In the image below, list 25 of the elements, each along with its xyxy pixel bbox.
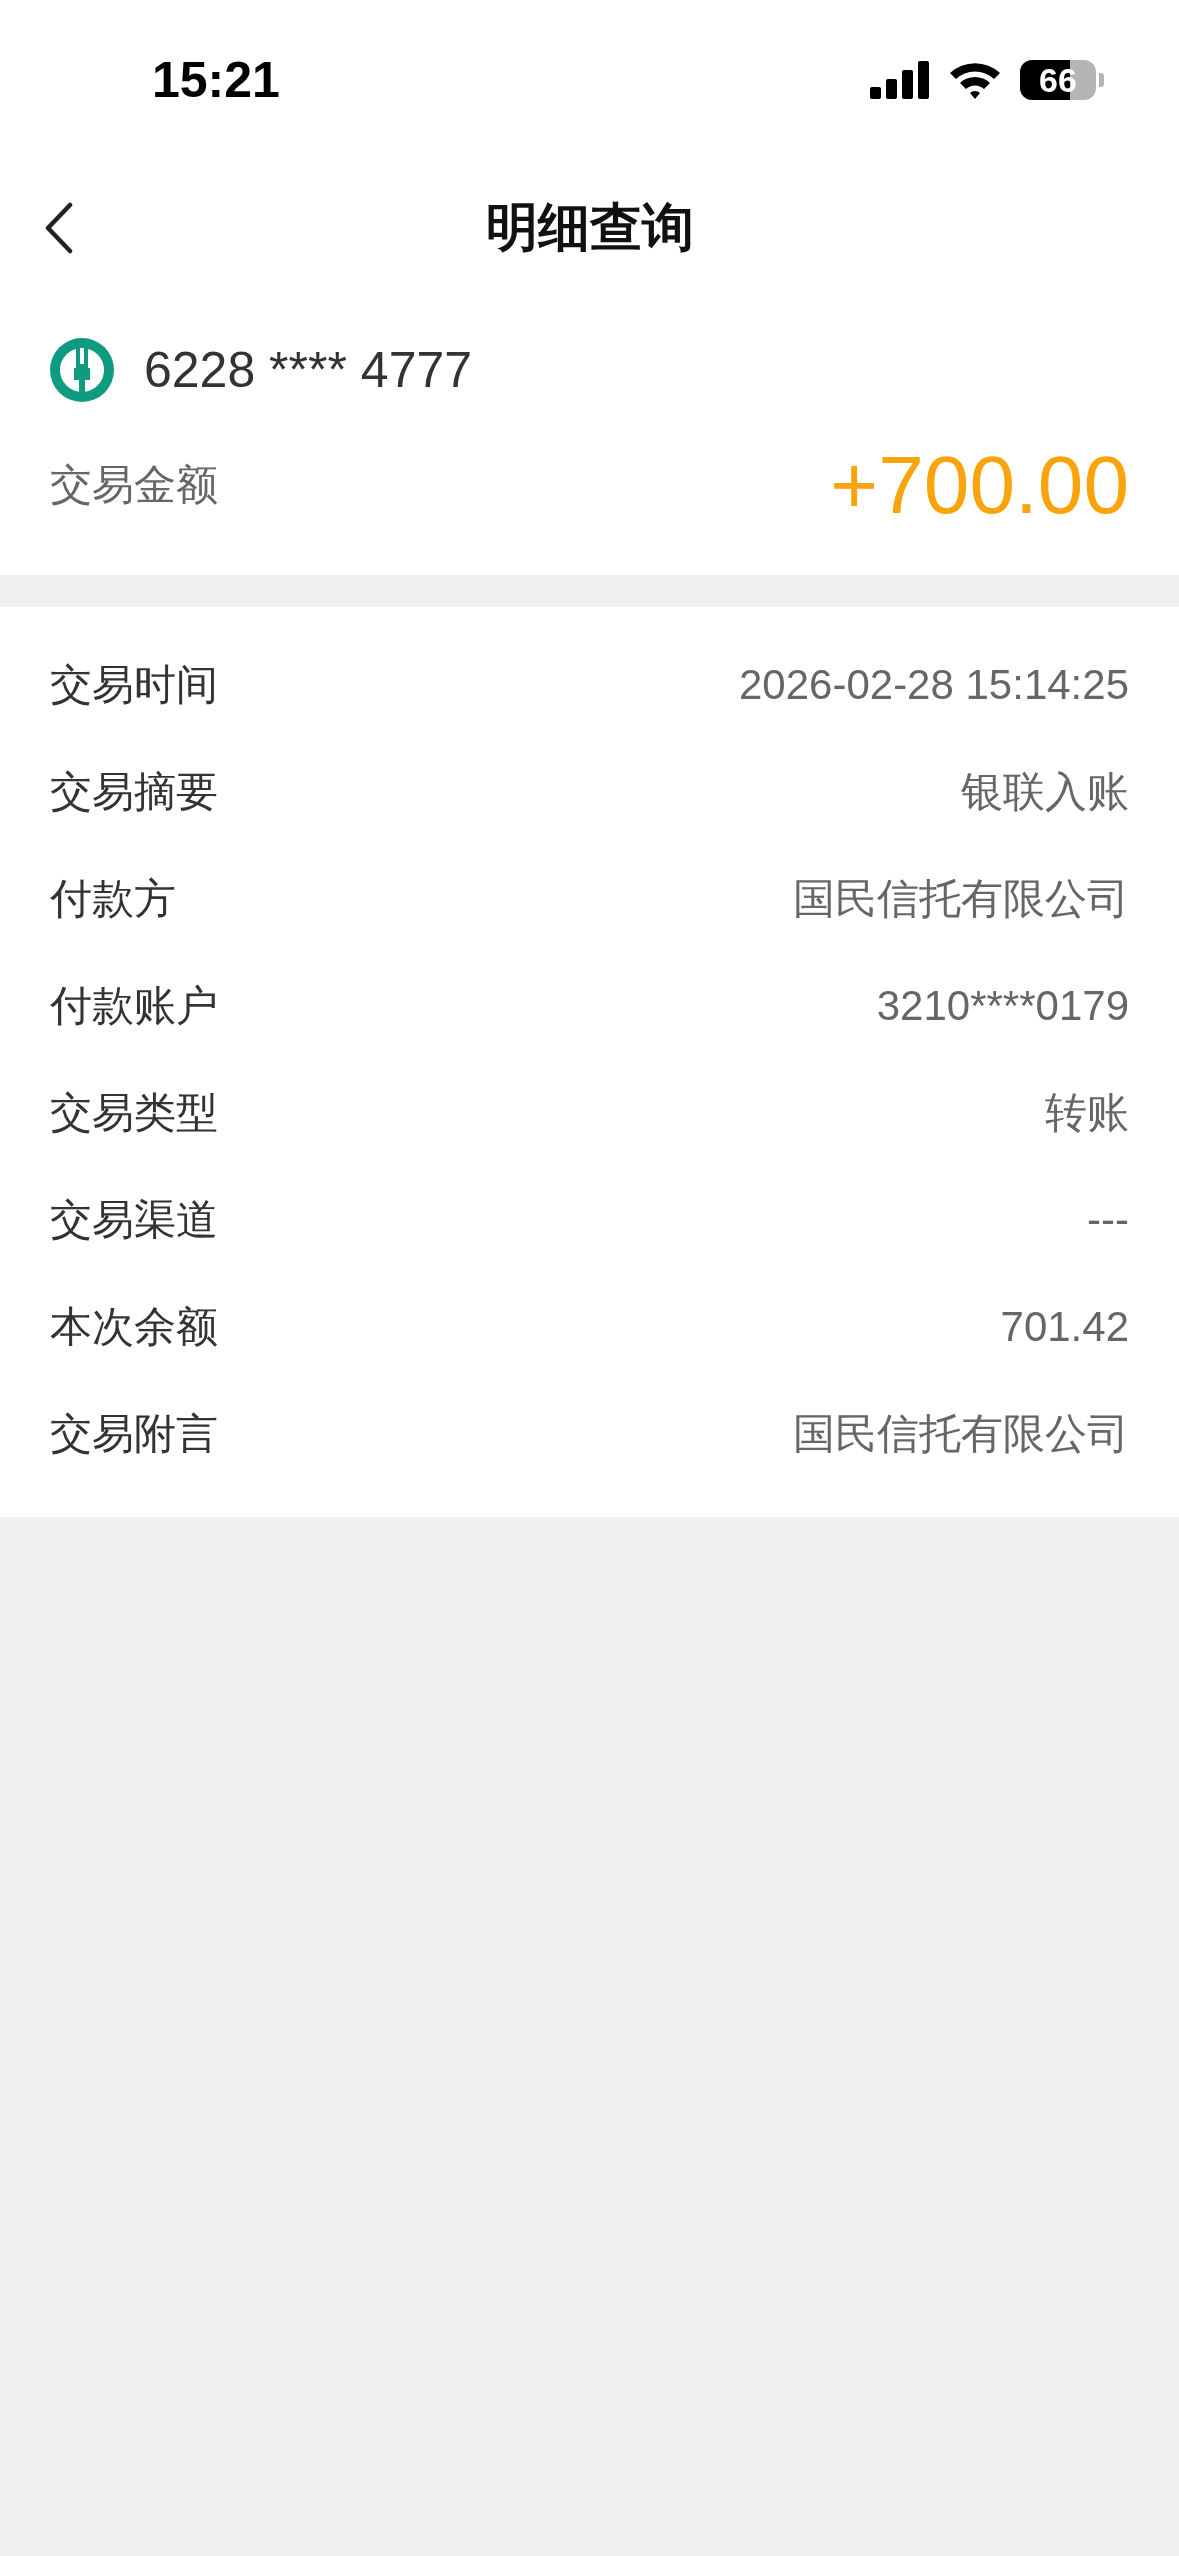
- amount-label: 交易金额: [50, 460, 218, 510]
- detail-label: 交易时间: [50, 659, 218, 710]
- detail-value: ---: [1087, 1195, 1129, 1244]
- amount-value: +700.00: [830, 438, 1129, 532]
- detail-label: 付款账户: [50, 980, 218, 1031]
- page-title: 明细查询: [485, 196, 694, 258]
- detail-label: 交易附言: [50, 1408, 218, 1459]
- detail-value: 国民信托有限公司: [793, 1408, 1129, 1459]
- detail-label: 交易类型: [50, 1087, 218, 1138]
- signal-icon: [870, 61, 930, 99]
- status-time: 15:21: [152, 51, 280, 109]
- detail-value: 转账: [1045, 1087, 1129, 1138]
- detail-value: 701.42: [1000, 1302, 1129, 1351]
- detail-label: 本次余额: [50, 1301, 218, 1352]
- detail-value: 3210****0179: [876, 981, 1129, 1030]
- card-number: 6228 **** 4777: [144, 341, 473, 399]
- wifi-icon: [948, 60, 1002, 100]
- detail-value: 国民信托有限公司: [793, 873, 1129, 924]
- detail-label: 付款方: [50, 873, 176, 924]
- back-icon[interactable]: [44, 201, 74, 254]
- bank-logo-icon: [50, 338, 114, 402]
- detail-value: 2026-02-28 15:14:25: [739, 660, 1129, 709]
- detail-label: 交易渠道: [50, 1194, 218, 1245]
- detail-label: 交易摘要: [50, 766, 218, 817]
- detail-value: 银联入账: [961, 766, 1129, 817]
